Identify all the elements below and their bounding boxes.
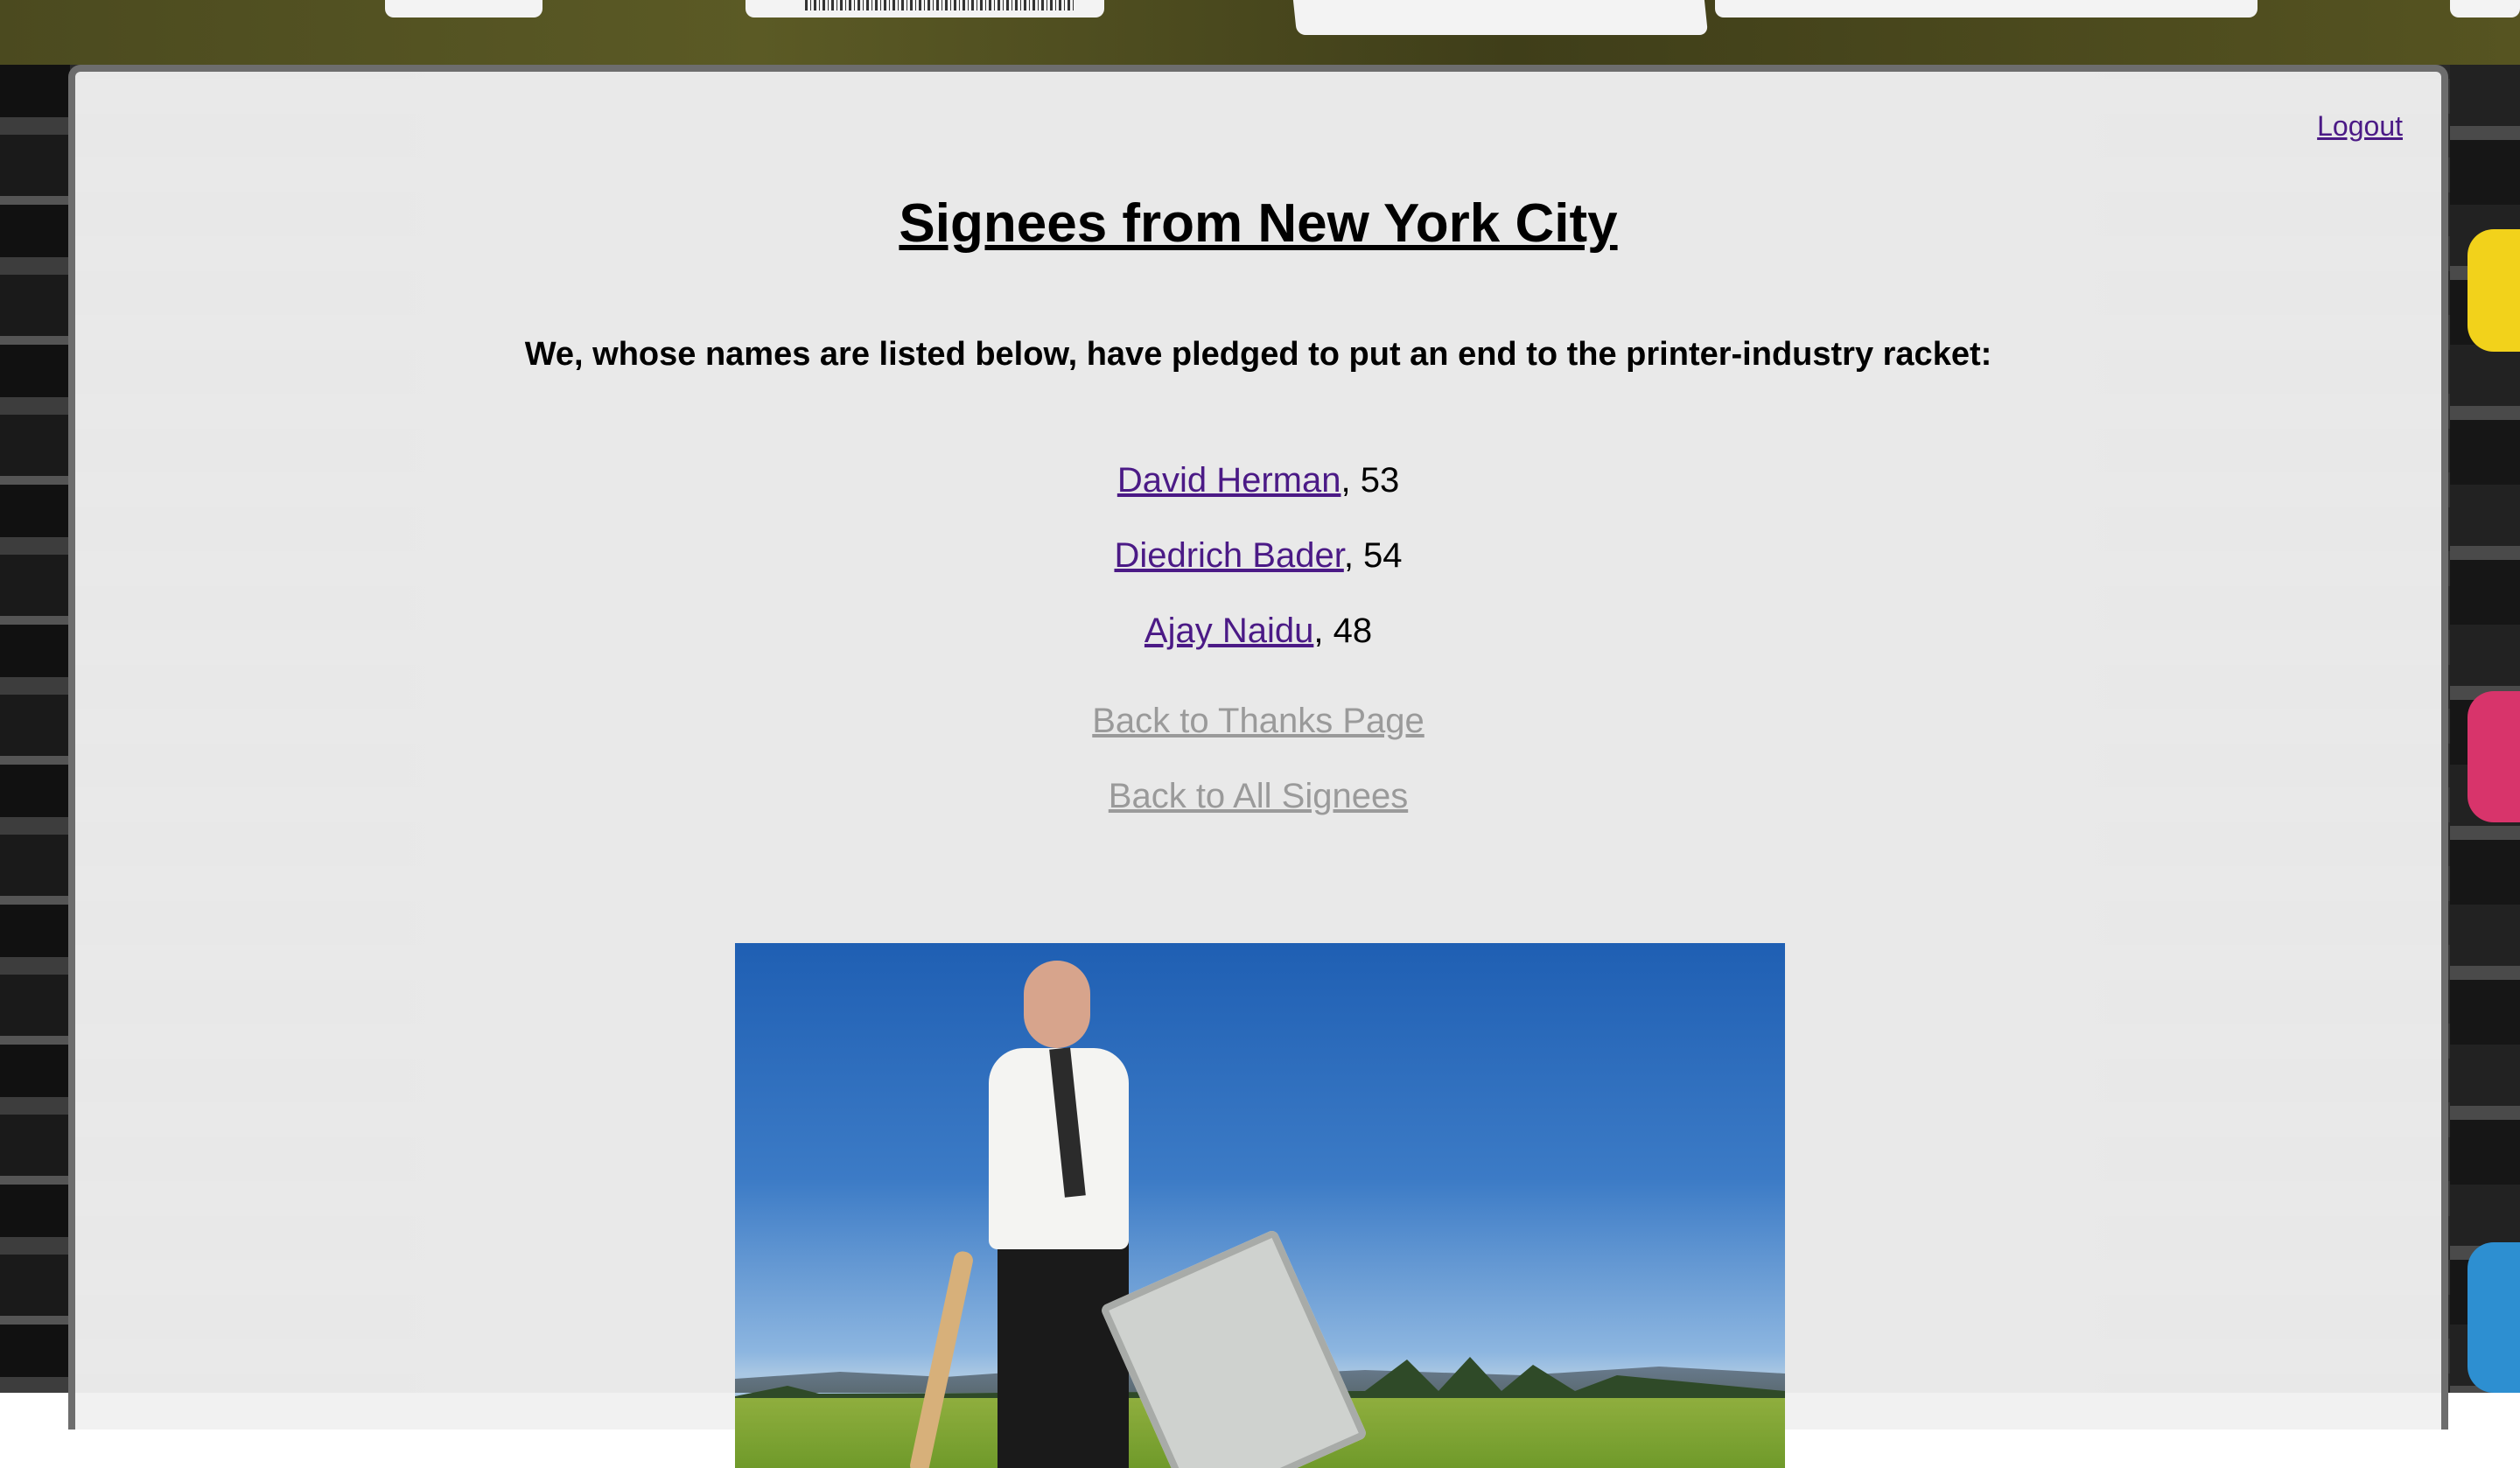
background-left-edge [0, 65, 70, 1393]
signee-age: , 54 [1343, 536, 1403, 575]
back-to-thanks-container: Back to Thanks Page [75, 702, 2441, 741]
signee-age: , 48 [1313, 612, 1373, 650]
back-to-thanks-link[interactable]: Back to Thanks Page [1092, 702, 1424, 740]
barcode-graphic [805, 0, 1076, 10]
back-to-all-signees-container: Back to All Signees [75, 777, 2441, 816]
magenta-cartridge-edge [2468, 691, 2520, 822]
signee-item: Ajay Naidu, 48 [75, 593, 2441, 668]
page-title: Signees from New York City [899, 193, 1618, 254]
signee-item: David Herman, 53 [75, 443, 2441, 518]
signee-item: Diedrich Bader, 54 [75, 518, 2441, 593]
yellow-cartridge-edge [2468, 229, 2520, 352]
signee-name-link[interactable]: Ajay Naidu [1144, 612, 1313, 650]
photo-man-head [1024, 961, 1090, 1048]
back-to-all-signees-link[interactable]: Back to All Signees [1109, 777, 1408, 815]
signee-list: David Herman, 53 Diedrich Bader, 54 Ajay… [75, 443, 2441, 668]
logout-link[interactable]: Logout [2317, 110, 2403, 143]
cartridge-label [1292, 0, 1709, 35]
cyan-cartridge-edge [2468, 1242, 2520, 1393]
content-panel: Logout Signees from New York City We, wh… [68, 65, 2448, 1468]
cartridge-label [2450, 0, 2520, 17]
printer-smashing-photo [735, 943, 1785, 1468]
signee-name-link[interactable]: Diedrich Bader [1114, 536, 1343, 575]
cartridge-label [1715, 0, 2258, 17]
signee-age: , 53 [1340, 461, 1400, 500]
photo-man-pants [998, 1241, 1129, 1468]
pledge-statement: We, whose names are listed below, have p… [524, 336, 1992, 373]
cartridge-label [385, 0, 542, 17]
signee-name-link[interactable]: David Herman [1117, 461, 1341, 500]
